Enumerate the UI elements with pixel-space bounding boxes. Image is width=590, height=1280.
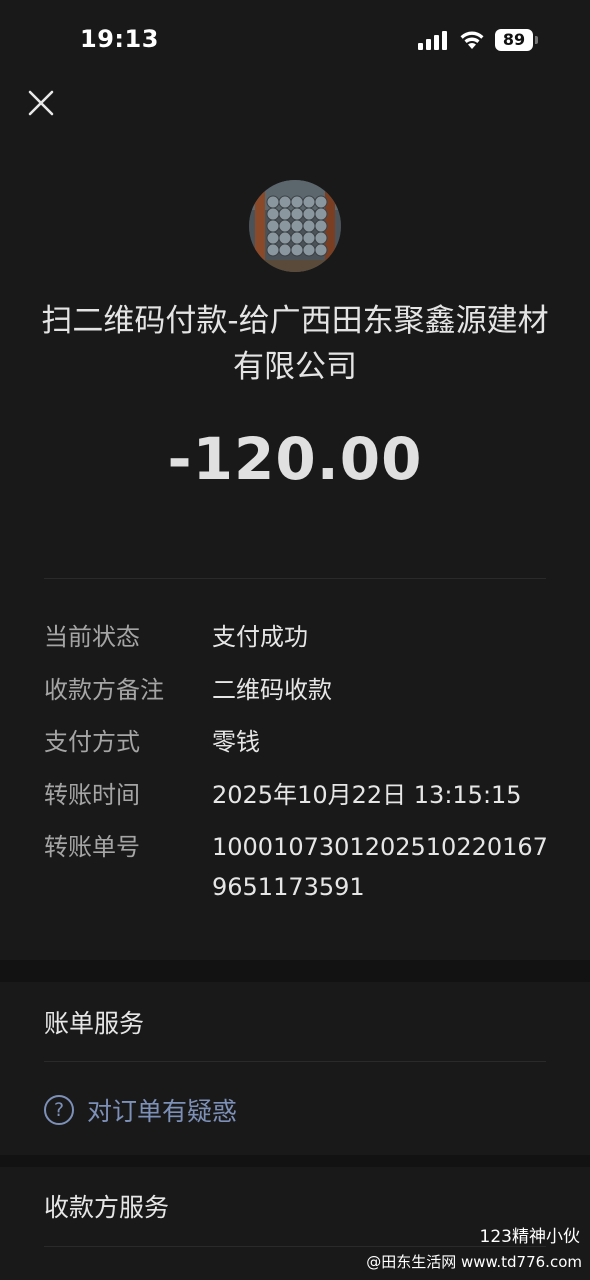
- time-label: 转账时间: [44, 781, 140, 809]
- divider: [44, 1246, 546, 1247]
- payee-service-title[interactable]: 收款方服务: [44, 1188, 169, 1224]
- watermark-site: @田东生活网 www.td776.com: [366, 1253, 582, 1271]
- remark-value: 二维码收款: [212, 676, 332, 704]
- merchant-avatar: [249, 180, 341, 272]
- battery-icon: 89: [495, 29, 539, 51]
- bill-service-title: 账单服务: [44, 1009, 145, 1038]
- order-value[interactable]: 10001073012025102201679651173591: [212, 827, 552, 907]
- status-bar: 19:13 89: [0, 0, 590, 80]
- battery-level: 89: [495, 29, 533, 51]
- transaction-amount: -120.00: [167, 425, 423, 493]
- method-label: 支付方式: [44, 728, 140, 756]
- order-question-link[interactable]: ? 对订单有疑惑: [44, 1092, 237, 1128]
- close-icon[interactable]: [26, 88, 56, 118]
- status-time: 19:13: [80, 25, 159, 53]
- divider: [44, 578, 546, 579]
- steel-pipes-image: [249, 180, 341, 272]
- time-value: 2025年10月22日 13:15:15: [212, 781, 522, 809]
- section-gap: [0, 1155, 590, 1167]
- order-question-label: 对订单有疑惑: [87, 1097, 238, 1126]
- wifi-icon: [460, 31, 484, 49]
- watermark-author: 123精神小伙: [479, 1227, 580, 1247]
- signal-icon: [418, 31, 447, 50]
- status-label: 当前状态: [44, 623, 140, 651]
- divider: [44, 1061, 546, 1062]
- method-value: 零钱: [212, 728, 260, 756]
- order-label: 转账单号: [44, 833, 140, 861]
- question-circle-icon: ?: [44, 1095, 74, 1125]
- remark-label: 收款方备注: [44, 676, 164, 704]
- section-gap: [0, 960, 590, 982]
- merchant-name: 扫二维码付款-给广西田东聚鑫源建材有限公司: [41, 303, 549, 385]
- status-value: 支付成功: [212, 623, 308, 651]
